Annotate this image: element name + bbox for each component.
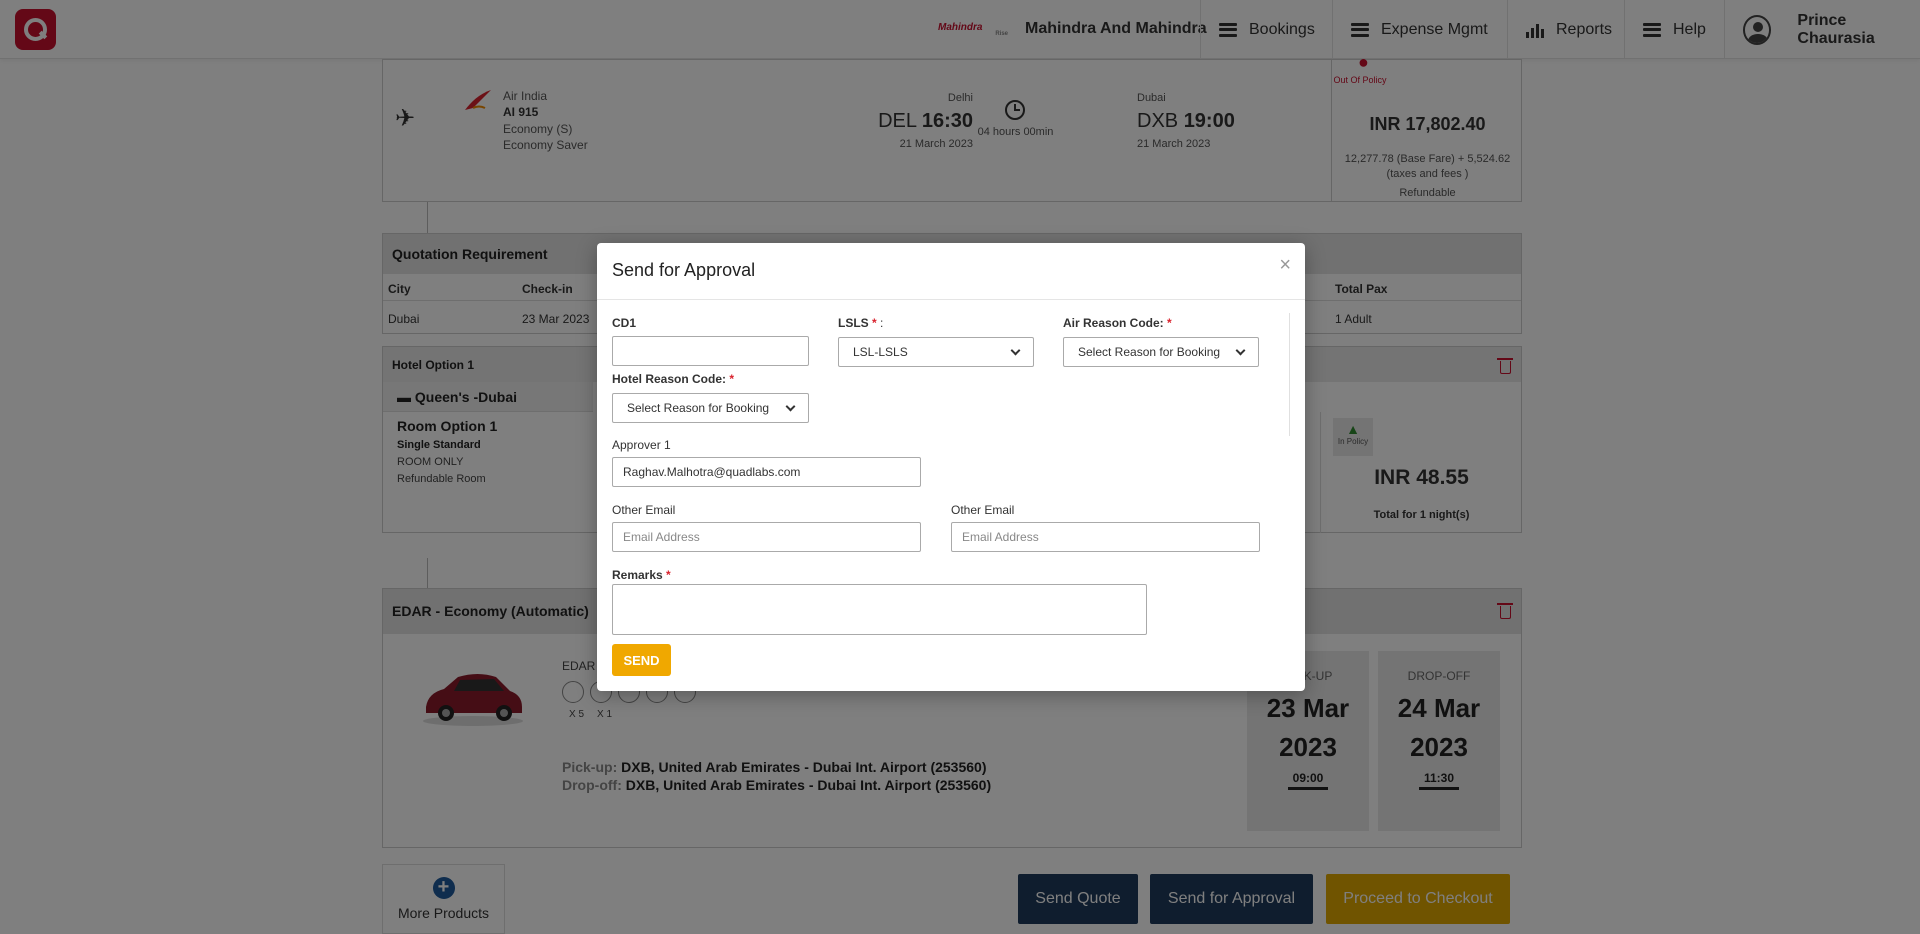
other-email-label: Other Email <box>951 503 1015 517</box>
send-for-approval-modal: Send for Approval × CD1 LSLS * : LSL-LSL… <box>597 243 1305 691</box>
lsls-label: LSLS * : <box>838 316 884 330</box>
scroll-divider <box>1289 313 1290 436</box>
lsls-select[interactable]: LSL-LSLS <box>838 337 1034 367</box>
cd1-label: CD1 <box>612 316 637 330</box>
modal-header: Send for Approval <box>597 243 1305 300</box>
hotel-reason-code-select[interactable]: Select Reason for Booking <box>612 393 809 423</box>
close-icon[interactable]: × <box>1279 255 1291 275</box>
approver-input[interactable] <box>612 457 921 487</box>
remarks-label: Remarks * <box>612 568 671 582</box>
approver-label: Approver 1 <box>612 438 671 452</box>
air-reason-code-label: Air Reason Code: * <box>1063 316 1172 330</box>
chevron-down-icon <box>1235 345 1246 355</box>
send-button[interactable]: SEND <box>612 644 671 676</box>
modal-title: Send for Approval <box>612 260 756 280</box>
chevron-down-icon <box>1010 345 1021 355</box>
chevron-down-icon <box>785 401 796 411</box>
other-email-input-1[interactable] <box>612 522 921 552</box>
other-email-label: Other Email <box>612 503 676 517</box>
other-email-input-2[interactable] <box>951 522 1260 552</box>
hotel-reason-code-label: Hotel Reason Code: * <box>612 372 735 386</box>
remarks-textarea[interactable] <box>612 584 1147 635</box>
air-reason-code-select[interactable]: Select Reason for Booking <box>1063 337 1259 367</box>
cd1-input[interactable] <box>612 336 809 366</box>
